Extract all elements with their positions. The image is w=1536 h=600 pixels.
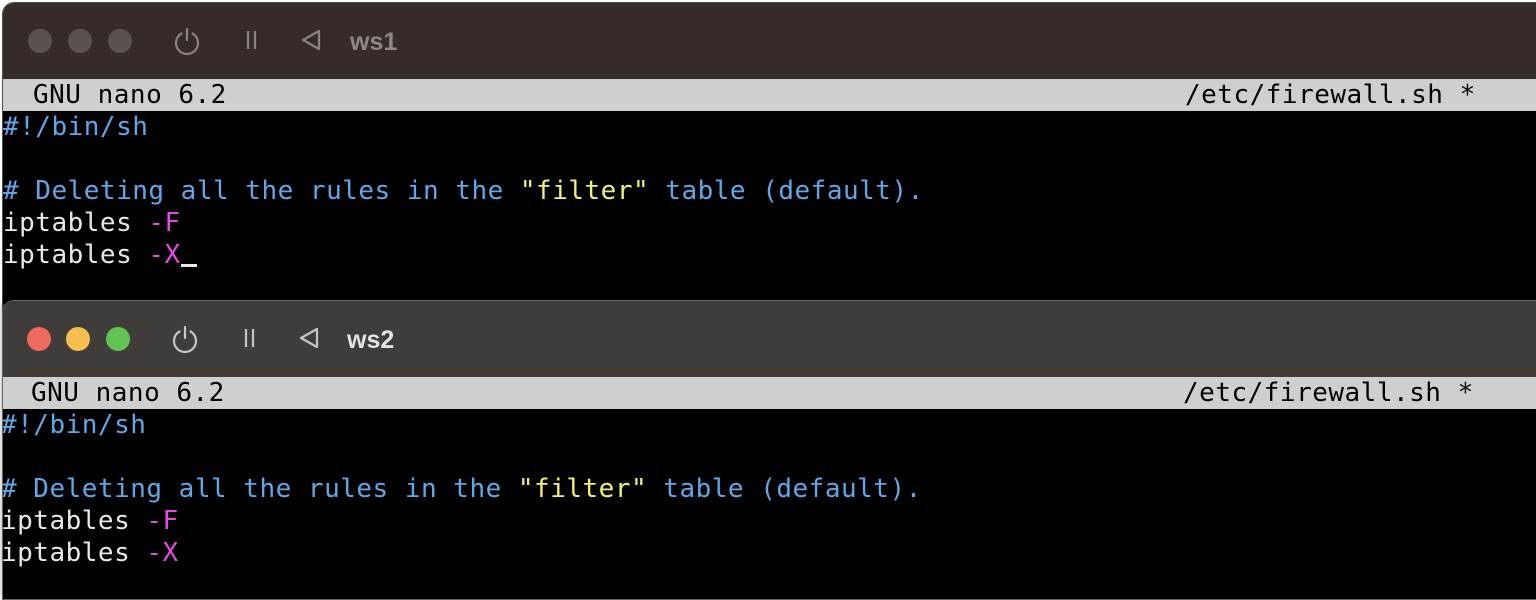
back-icon[interactable] xyxy=(295,25,327,57)
nano-title-bar: GNU nano 6.2 /etc/firewall.sh * xyxy=(3,377,1536,409)
window-title: ws2 xyxy=(347,326,395,354)
command: iptables xyxy=(3,208,149,238)
minimize-button[interactable] xyxy=(68,29,92,53)
pause-icon[interactable] xyxy=(234,323,266,355)
back-icon[interactable] xyxy=(293,323,325,355)
command: iptables xyxy=(2,506,147,536)
command: iptables xyxy=(2,538,147,568)
vm-window-ws2[interactable]: ws2 GNU nano 6.2 /etc/firewall.sh * #!/b… xyxy=(2,300,1536,600)
editor-line: iptables -X xyxy=(3,239,1536,271)
pause-icon[interactable] xyxy=(236,25,268,57)
comment-text: table (default). xyxy=(649,176,924,206)
power-icon[interactable] xyxy=(171,25,203,57)
editor-line: #!/bin/sh xyxy=(3,111,1536,143)
editor-line: iptables -F xyxy=(3,207,1536,239)
comment-text: # Deleting all the rules in the xyxy=(3,176,520,206)
text-cursor xyxy=(180,264,197,267)
zoom-button[interactable] xyxy=(108,29,132,53)
close-button[interactable] xyxy=(28,29,52,53)
flag: -F xyxy=(146,506,179,536)
nano-version: GNU nano 6.2 xyxy=(31,378,225,408)
command: iptables xyxy=(3,240,149,270)
editor-line: iptables -F xyxy=(2,505,1536,537)
close-button[interactable] xyxy=(27,327,51,351)
terminal-screen[interactable]: GNU nano 6.2 /etc/firewall.sh * #!/bin/s… xyxy=(3,79,1536,331)
file-name: /etc/firewall.sh * xyxy=(1185,80,1476,110)
string-literal: "filter" xyxy=(519,176,650,206)
nano-title-bar: GNU nano 6.2 /etc/firewall.sh * xyxy=(3,79,1536,111)
window-title: ws1 xyxy=(350,28,398,56)
comment-text: # Deleting all the rules in the xyxy=(2,474,518,504)
terminal-screen[interactable]: GNU nano 6.2 /etc/firewall.sh * #!/bin/s… xyxy=(2,377,1536,599)
flag: -X xyxy=(146,538,179,568)
editor-line: #!/bin/sh xyxy=(3,409,1536,441)
minimize-button[interactable] xyxy=(66,327,90,351)
nano-version: GNU nano 6.2 xyxy=(33,80,227,110)
editor-line: iptables -X xyxy=(2,537,1536,569)
vm-window-ws1[interactable]: ws1 GNU nano 6.2 /etc/firewall.sh * #!/b… xyxy=(2,2,1536,332)
flag: -F xyxy=(148,208,181,238)
editor-line: # Deleting all the rules in the "filter"… xyxy=(2,473,1536,505)
comment-text: table (default). xyxy=(647,474,922,504)
file-name: /etc/firewall.sh * xyxy=(1183,378,1474,408)
string-literal: "filter" xyxy=(517,474,648,504)
zoom-button[interactable] xyxy=(106,327,130,351)
flag: -X xyxy=(148,240,181,270)
editor-line: # Deleting all the rules in the "filter"… xyxy=(3,175,1536,207)
title-bar[interactable]: ws2 xyxy=(3,301,1536,377)
power-icon[interactable] xyxy=(169,323,201,355)
title-bar[interactable]: ws1 xyxy=(3,3,1536,79)
